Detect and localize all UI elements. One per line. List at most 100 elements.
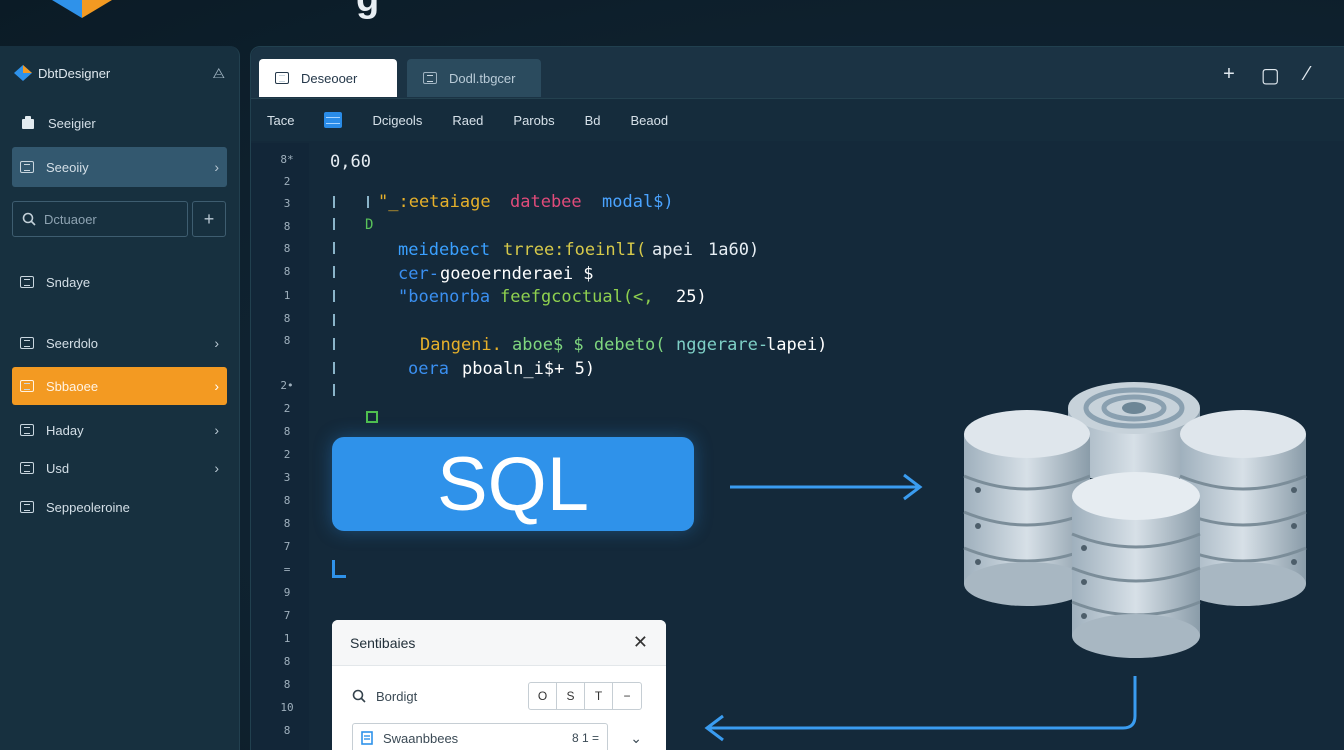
indent-guide: [333, 218, 335, 230]
chevron-right-icon: ›: [214, 335, 219, 351]
line-number: 8*: [280, 153, 294, 166]
sidebar-item-label: Sndaye: [46, 274, 91, 290]
code-token: feefgcoctual(<,: [500, 287, 654, 307]
code-token: 25): [676, 287, 707, 307]
sidebar-item-seerdolo[interactable]: Seerdolo ›: [12, 324, 227, 362]
toolbar-item[interactable]: Parobs: [513, 113, 554, 128]
code-token: pboaln_i$+ 5): [462, 359, 596, 379]
indent-guide: [333, 362, 335, 374]
line-number: 8: [283, 724, 291, 737]
tab-bar: Deseooer Dodl.tbgcer + ▢ ⁄: [251, 47, 1344, 99]
line-number: 8: [283, 334, 291, 347]
indent-guide: [333, 338, 335, 350]
pin-icon[interactable]: ⨺: [213, 65, 226, 82]
search-input[interactable]: Dctuaoer: [12, 201, 188, 237]
sidebar-item-security[interactable]: Seeoiiy ›: [12, 147, 227, 187]
sidebar-item-usd[interactable]: Usd ›: [12, 449, 227, 487]
line-number: 8: [283, 655, 291, 668]
code-token: aboe$ $ debeto(: [512, 335, 666, 355]
code-header: 0,60: [330, 152, 371, 172]
toolbar-item[interactable]: Raed: [452, 113, 483, 128]
close-icon[interactable]: ✕: [633, 632, 648, 653]
sidebar-header: DbtDesigner ⨺: [0, 46, 239, 100]
toolbar-item[interactable]: Dcigeols: [372, 113, 422, 128]
code-token: lapei): [766, 335, 828, 355]
line-number: 8: [283, 494, 291, 507]
toolbar-item[interactable]: Bd: [585, 113, 601, 128]
segment-button[interactable]: S: [557, 683, 585, 709]
indent-guide: [333, 290, 335, 302]
tab-designer[interactable]: Deseooer: [259, 59, 397, 97]
line-number: 2: [283, 402, 291, 415]
sidebar-item-label: Seeigier: [48, 115, 96, 131]
line-gutter: 8* 2 3 8 8 8 1 8 8 2• 2 8 2 3 8 8 7 = 9 …: [251, 143, 309, 750]
code-token: nggerare-: [676, 335, 769, 355]
dialog-search-label[interactable]: Bordigt: [376, 689, 417, 704]
segmented-control: O S T −: [528, 682, 642, 710]
segment-button[interactable]: O: [529, 683, 557, 709]
line-number: 3: [283, 197, 291, 210]
code-token: oera: [408, 359, 449, 379]
tab-label: Dodl.tbgcer: [449, 70, 516, 86]
line-number: 8: [283, 425, 291, 438]
app-brand[interactable]: DbtDesigner: [14, 65, 110, 81]
line-number: 9: [283, 586, 291, 599]
toolbar-item[interactable]: Beaod: [631, 113, 669, 128]
minimize-icon[interactable]: ▢: [1261, 63, 1280, 88]
dialog-header: Sentibaies ✕: [332, 620, 666, 666]
table-grid-icon[interactable]: [324, 112, 343, 128]
code-token: "_:eetaiage: [378, 192, 491, 212]
code-token: 1a60): [708, 240, 760, 260]
grid-icon: [275, 72, 289, 84]
arrow-left-icon: [704, 676, 1137, 742]
editor-toolbar: Tace Dcigeols Raed Parobs Bd Beaod: [251, 99, 1344, 141]
sidebar-item-label: Usd: [46, 460, 70, 476]
add-button[interactable]: +: [192, 201, 226, 237]
diamond-logo-icon: [14, 65, 32, 81]
indent-guide: [333, 242, 335, 254]
tab-model-designer[interactable]: Dodl.tbgcer: [407, 59, 541, 97]
sidebar-item-label: Seppeoleroine: [46, 499, 130, 515]
indent-guide: [333, 266, 335, 278]
sidebar-item-sbbaoee[interactable]: Sbbaoee ›: [12, 367, 227, 405]
sidebar-item-haday[interactable]: Haday ›: [12, 411, 227, 449]
chevron-right-icon: ›: [214, 422, 219, 438]
grid-icon: [20, 501, 34, 513]
sidebar-item-label: Seeoiiy: [46, 159, 89, 175]
indent-guide: [333, 196, 335, 208]
line-number: 1: [283, 289, 291, 302]
grid-icon: [20, 161, 34, 173]
code-token: trree:foeinlI(: [503, 240, 647, 260]
segment-button[interactable]: T: [585, 683, 613, 709]
grid-icon: [20, 276, 34, 288]
list-row-field[interactable]: Swaanbbees 8 1 =: [352, 723, 608, 750]
line-number: 8: [283, 265, 291, 278]
toolbar-item[interactable]: Tace: [267, 113, 294, 128]
line-number: 3: [283, 471, 291, 484]
dialog-search-row: Bordigt O S T −: [352, 681, 642, 711]
tab-label: Deseooer: [301, 70, 358, 86]
arrow-right-icon: [730, 473, 923, 501]
line-number: 8: [283, 312, 291, 325]
code-token: Dangeni.: [420, 335, 502, 355]
app-name: DbtDesigner: [38, 65, 111, 81]
sidebar-item-designer[interactable]: Seeigier: [12, 104, 227, 142]
edit-icon[interactable]: ⁄: [1306, 63, 1309, 88]
fold-marker-icon[interactable]: [366, 411, 378, 423]
sidebar-item-sndaye[interactable]: Sndaye: [12, 263, 227, 301]
window-controls: + ▢ ⁄: [1223, 63, 1309, 88]
dialog-list-row: Swaanbbees 8 1 = ⌄: [352, 723, 642, 750]
plus-icon: +: [203, 208, 215, 229]
sidebar-item-seppeoleroine[interactable]: Seppeoleroine: [12, 488, 227, 526]
file-icon: [361, 731, 373, 745]
code-token: modal$): [602, 192, 674, 212]
chevron-right-icon: ›: [214, 159, 219, 175]
code-token: cer-: [398, 264, 439, 284]
segment-button[interactable]: −: [613, 683, 641, 709]
sidebar: DbtDesigner ⨺ Seeigier Seeoiiy › Dctuaoe…: [0, 46, 240, 750]
chevron-down-icon[interactable]: ⌄: [630, 730, 642, 747]
grid-icon: [20, 380, 34, 392]
plus-icon[interactable]: +: [1223, 63, 1235, 88]
sidebar-item-label: Haday: [46, 422, 84, 438]
sql-button[interactable]: SQL: [332, 437, 694, 531]
